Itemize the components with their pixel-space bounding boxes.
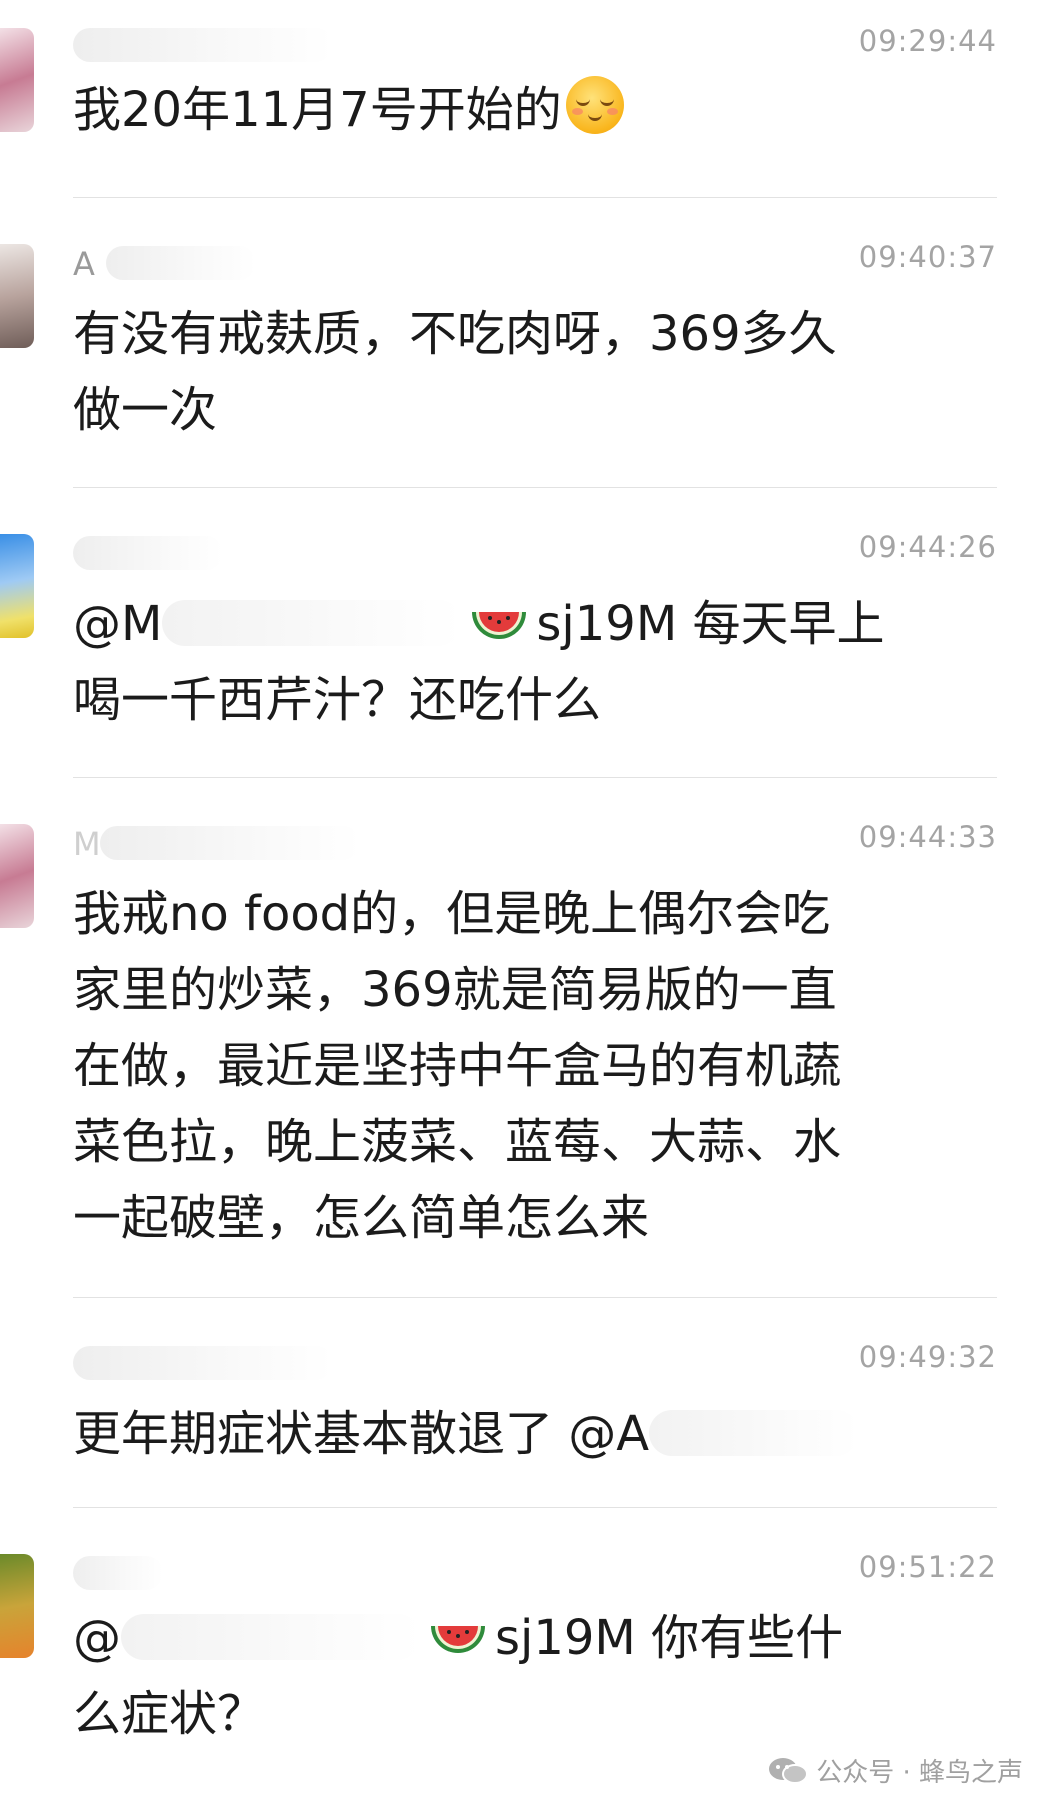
watermelon-emoji xyxy=(470,588,528,639)
message-timestamp: 09:51:22 xyxy=(858,1550,997,1584)
message-timestamp: 09:44:33 xyxy=(858,820,997,854)
blurred-username xyxy=(73,536,223,570)
message-timestamp: 09:49:32 xyxy=(858,1340,997,1374)
user-avatar[interactable] xyxy=(0,244,34,348)
message-timestamp: 09:29:44 xyxy=(858,24,997,58)
message-text: 有没有戒麸质，不吃肉呀，369多久 做一次 xyxy=(73,306,837,438)
watermark: 公众号 · 蜂鸟之声 xyxy=(768,1752,1023,1789)
blurred-mention xyxy=(162,600,463,646)
blurred-username xyxy=(106,246,256,280)
message-text: @ sj19M 你有些什 么症状？ xyxy=(73,1600,993,1752)
user-avatar[interactable] xyxy=(0,1554,34,1658)
message-text: 更年期症状基本散退了 @A xyxy=(73,1396,993,1472)
chat-message: 09:29:44 我20年11月7号开始的 xyxy=(0,0,1049,198)
watermark-text: 公众号 · 蜂鸟之声 xyxy=(816,1758,1023,1788)
message-timestamp: 09:44:26 xyxy=(858,530,997,564)
user-avatar[interactable] xyxy=(0,534,34,638)
blurred-username xyxy=(73,1346,333,1380)
message-text: 我戒no food的，但是晚上偶尔会吃 家里的炒菜，369就是简易版的一直 在做… xyxy=(73,886,842,1246)
message-body: 更年期症状基本散退了 @A xyxy=(73,1406,650,1462)
username: A xyxy=(73,245,95,283)
blurred-username xyxy=(100,826,360,860)
chat-message: 09:44:26 @M sj19M 每天早上 喝一千西芹汁？还吃什么 xyxy=(0,488,1049,778)
mention-link[interactable]: @M xyxy=(73,596,162,652)
chat-message: A 09:40:37 有没有戒麸质，不吃肉呀，369多久 做一次 xyxy=(0,198,1049,488)
wechat-icon xyxy=(768,1756,809,1786)
message-text: 我20年11月7号开始的 xyxy=(73,72,993,148)
message-timestamp: 09:40:37 xyxy=(858,240,997,274)
blurred-mention xyxy=(649,1410,860,1456)
blurred-mention xyxy=(121,1614,421,1660)
message-body: 我20年11月7号开始的 xyxy=(73,82,562,138)
message-text: @M sj19M 每天早上 喝一千西芹汁？还吃什么 xyxy=(73,586,993,738)
chat-message: 09:49:32 更年期症状基本散退了 @A xyxy=(0,1298,1049,1508)
mention-link[interactable]: @ xyxy=(73,1610,121,1666)
watermelon-emoji xyxy=(429,1602,487,1653)
blurred-username xyxy=(73,1556,163,1590)
blurred-username xyxy=(73,28,333,62)
smiling-face-emoji xyxy=(565,76,624,134)
user-avatar[interactable] xyxy=(0,824,34,928)
user-avatar[interactable] xyxy=(0,28,34,132)
chat-message: M 09:44:33 我戒no food的，但是晚上偶尔会吃 家里的炒菜，369… xyxy=(0,778,1049,1298)
username: M xyxy=(73,825,101,863)
